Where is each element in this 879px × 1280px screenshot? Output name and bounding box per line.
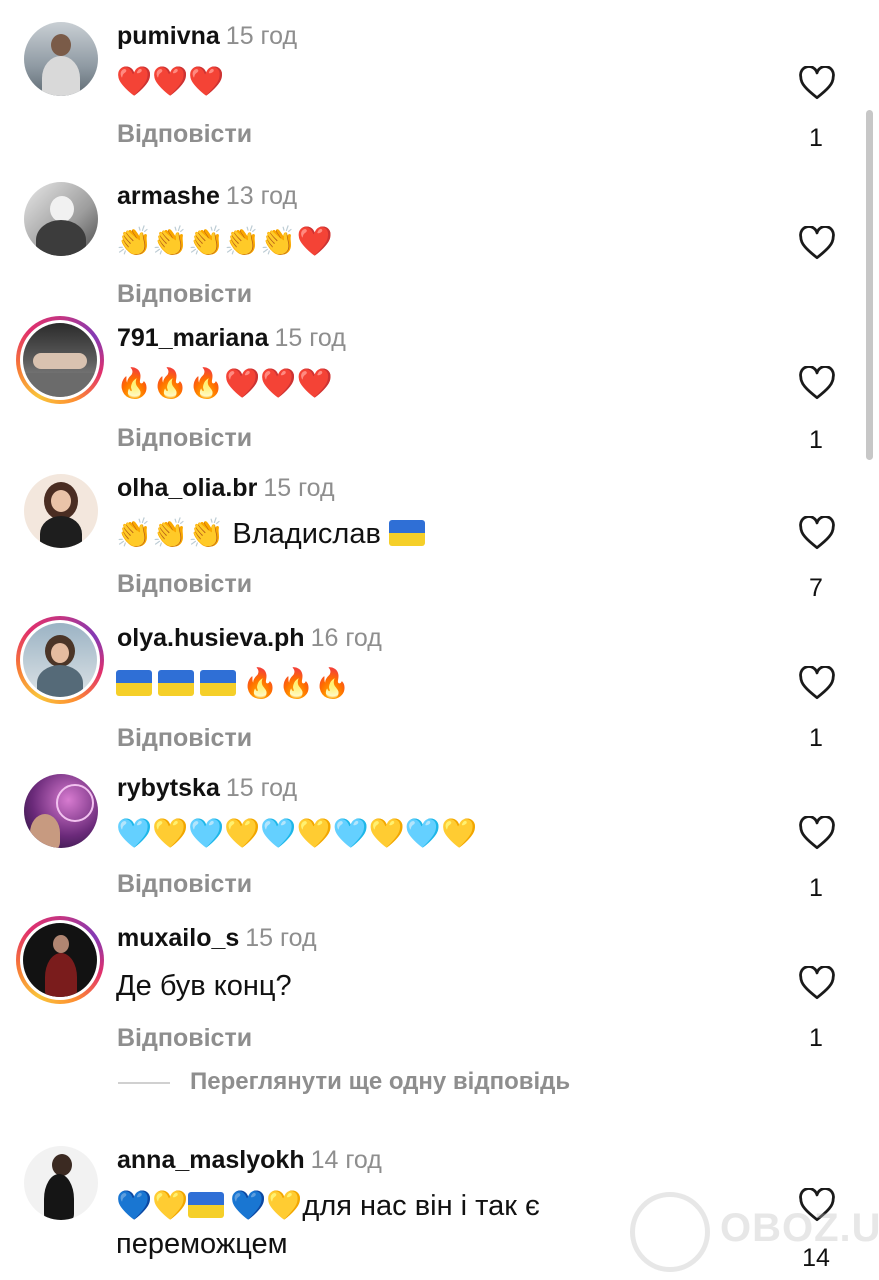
- comment-time: 15 год: [245, 924, 317, 952]
- comment-time: 15 год: [274, 324, 346, 352]
- like-count: 7: [809, 574, 823, 602]
- comment-text: Де був конц?: [116, 970, 292, 1002]
- avatar-story-ring[interactable]: [16, 916, 104, 1004]
- reply-button[interactable]: Відповісти: [117, 1024, 252, 1053]
- avatar-image: [24, 22, 98, 96]
- reply-button[interactable]: Відповісти: [117, 280, 252, 309]
- comment-username[interactable]: pumivna 15 год: [117, 22, 297, 51]
- avatar[interactable]: [24, 1146, 98, 1220]
- reply-button[interactable]: Відповісти: [117, 870, 252, 899]
- avatar-image: [24, 774, 98, 848]
- avatar-image: [23, 323, 97, 397]
- comment-username[interactable]: armashe 13 год: [117, 182, 297, 211]
- comment-username[interactable]: olya.husieva.ph 16 год: [117, 624, 382, 653]
- comment-text: 👏👏👏 Владислав: [116, 512, 431, 556]
- comment-time: 15 год: [225, 774, 298, 802]
- comment-time: 15 год: [225, 22, 298, 50]
- comment-username[interactable]: anna_maslyokh 14 год: [117, 1146, 382, 1175]
- comment-username[interactable]: olha_olia.br 15 год: [117, 474, 335, 503]
- reply-button[interactable]: Відповісти: [117, 424, 252, 453]
- like-count: 1: [809, 124, 823, 152]
- avatar-image: [24, 182, 98, 256]
- heart-outline-icon[interactable]: [798, 366, 836, 400]
- comment-text-line2: переможцем: [116, 1228, 288, 1260]
- comment-username[interactable]: muxailo_s 15 год: [117, 924, 317, 953]
- like-count: 1: [809, 724, 823, 752]
- reply-button[interactable]: Відповісти: [117, 120, 252, 149]
- avatar-story-ring[interactable]: [16, 616, 104, 704]
- avatar[interactable]: [24, 22, 98, 96]
- heart-outline-icon[interactable]: [798, 816, 836, 850]
- comment-text: 🩵💛🩵💛🩵💛🩵💛🩵💛: [116, 818, 478, 850]
- ukraine-flag-icon: [200, 670, 236, 696]
- comment-time: 13 год: [225, 182, 298, 210]
- watermark-text: OBOZ.UA: [720, 1206, 879, 1250]
- like-count: 1: [809, 1024, 823, 1052]
- comment-text: 🔥🔥🔥❤️❤️❤️: [116, 368, 333, 400]
- avatar-image: [23, 623, 97, 697]
- ukraine-flag-icon: [188, 1192, 225, 1218]
- avatar-image: [24, 474, 98, 548]
- heart-outline-icon[interactable]: [798, 516, 836, 550]
- reply-button[interactable]: Відповісти: [117, 724, 252, 753]
- ukraine-flag-icon: [388, 520, 425, 546]
- comment-text: ❤️❤️❤️: [116, 66, 225, 98]
- comment-time: 16 год: [310, 624, 382, 652]
- comment-time: 14 год: [310, 1146, 382, 1174]
- reply-button[interactable]: Відповісти: [117, 570, 252, 599]
- avatar-image: [23, 923, 97, 997]
- comment-username[interactable]: 791_mariana 15 год: [117, 324, 346, 353]
- comment-username[interactable]: rybytska 15 год: [117, 774, 297, 803]
- heart-outline-icon[interactable]: [798, 666, 836, 700]
- comment-time: 15 год: [263, 474, 335, 502]
- heart-outline-icon[interactable]: [798, 226, 836, 260]
- heart-outline-icon[interactable]: [798, 66, 836, 100]
- watermark-ring: [630, 1192, 710, 1272]
- scrollbar[interactable]: [866, 110, 873, 460]
- avatar[interactable]: [24, 474, 98, 548]
- avatar-image: [24, 1146, 98, 1220]
- avatar[interactable]: [24, 774, 98, 848]
- heart-outline-icon[interactable]: [798, 966, 836, 1000]
- comment-text: 👏👏👏👏👏❤️: [116, 226, 333, 258]
- like-count: 1: [809, 874, 823, 902]
- ukraine-flag-icon: [116, 670, 152, 696]
- avatar-story-ring[interactable]: [16, 316, 104, 404]
- divider-line: [118, 1082, 170, 1084]
- ukraine-flag-icon: [158, 670, 194, 696]
- comments-list: pumivna 15 год ❤️❤️❤️ Відповісти 1 armash…: [0, 0, 879, 1280]
- watermark-logo: OBOZ.UA: [630, 1190, 879, 1272]
- like-count: 1: [809, 426, 823, 454]
- avatar[interactable]: [24, 182, 98, 256]
- view-more-replies-label: Переглянути ще одну відповідь: [190, 1068, 571, 1095]
- comment-text: 🔥🔥🔥: [116, 662, 350, 706]
